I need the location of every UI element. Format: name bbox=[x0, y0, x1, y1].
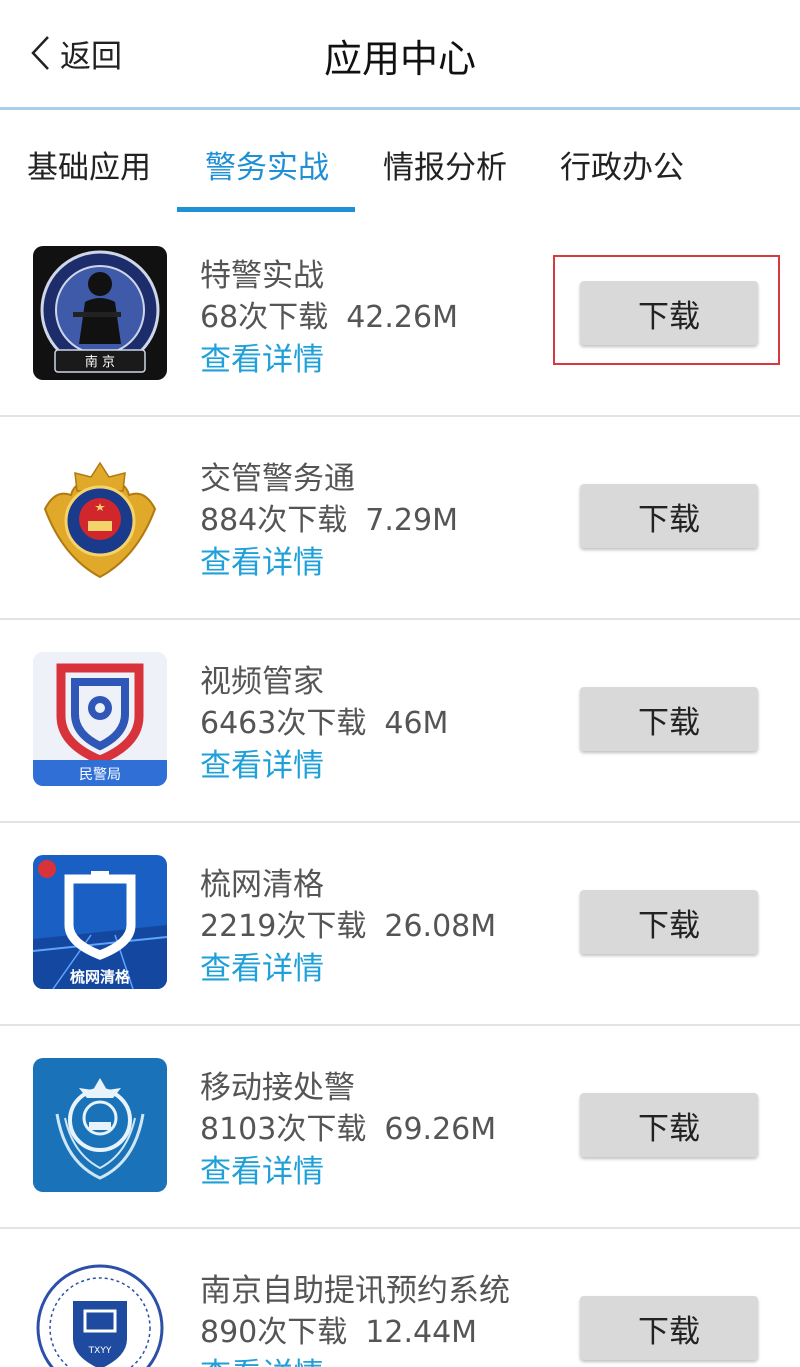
download-button[interactable]: 下载 bbox=[580, 484, 758, 548]
app-name: 特警实战 bbox=[200, 258, 324, 294]
video-shield-icon[interactable]: 民警局 bbox=[33, 652, 167, 786]
tab-admin-office[interactable]: 行政办公 bbox=[560, 142, 684, 187]
app-name: 视频管家 bbox=[200, 664, 324, 700]
svg-text:TXYY: TXYY bbox=[88, 1346, 112, 1356]
app-row: TXYY 南京自助提讯预约系统 890次下载 12.44M 查看详情 下载 bbox=[0, 1229, 800, 1367]
app-meta: 68次下载 42.26M bbox=[200, 292, 458, 336]
app-name: 梳网清格 bbox=[200, 867, 324, 903]
national-emblem-icon[interactable] bbox=[33, 1058, 167, 1192]
download-button[interactable]: 下载 bbox=[580, 1296, 758, 1360]
swat-badge-icon[interactable]: 南 京 bbox=[33, 246, 167, 380]
view-details-link[interactable]: 查看详情 bbox=[200, 943, 324, 988]
tab-basic-apps[interactable]: 基础应用 bbox=[27, 142, 151, 187]
police-emblem-icon[interactable] bbox=[33, 449, 167, 583]
app-row: 交管警务通 884次下载 7.29M 查看详情 下载 bbox=[0, 417, 800, 620]
app-size: 26.08M bbox=[384, 909, 497, 944]
app-name: 交管警务通 bbox=[200, 461, 355, 497]
app-size: 7.29M bbox=[365, 503, 458, 538]
tab-intel-analysis[interactable]: 情报分析 bbox=[383, 142, 507, 187]
app-row: 移动接处警 8103次下载 69.26M 查看详情 下载 bbox=[0, 1026, 800, 1229]
app-row: 梳网清格 梳网清格 2219次下载 26.08M 查看详情 下载 bbox=[0, 823, 800, 1026]
download-count: 6463次下载 bbox=[200, 706, 367, 741]
app-header: 返回 应用中心 bbox=[0, 0, 800, 110]
app-size: 46M bbox=[384, 706, 449, 741]
round-seal-icon[interactable]: TXYY bbox=[33, 1261, 167, 1367]
view-details-link[interactable]: 查看详情 bbox=[200, 334, 324, 379]
app-meta: 8103次下载 69.26M bbox=[200, 1104, 496, 1148]
view-details-link[interactable]: 查看详情 bbox=[200, 1349, 324, 1367]
download-count: 890次下载 bbox=[200, 1315, 348, 1350]
tab-police-ops[interactable]: 警务实战 bbox=[205, 142, 329, 187]
svg-text:民警局: 民警局 bbox=[79, 767, 121, 783]
svg-text:梳网清格: 梳网清格 bbox=[70, 968, 131, 986]
download-count: 8103次下载 bbox=[200, 1112, 367, 1147]
svg-text:南 京: 南 京 bbox=[85, 354, 115, 370]
view-details-link[interactable]: 查看详情 bbox=[200, 1146, 324, 1191]
app-name: 南京自助提讯预约系统 bbox=[200, 1273, 510, 1309]
active-tab-indicator bbox=[177, 207, 355, 212]
grid-shield-icon[interactable]: 梳网清格 bbox=[33, 855, 167, 989]
app-meta: 2219次下载 26.08M bbox=[200, 901, 496, 945]
app-size: 12.44M bbox=[365, 1315, 478, 1350]
app-name: 移动接处警 bbox=[200, 1070, 355, 1106]
app-meta: 890次下载 12.44M bbox=[200, 1307, 477, 1351]
download-button[interactable]: 下载 bbox=[580, 1093, 758, 1157]
download-count: 884次下载 bbox=[200, 503, 348, 538]
page-title: 应用中心 bbox=[323, 37, 476, 81]
download-button[interactable]: 下载 bbox=[580, 281, 758, 345]
view-details-link[interactable]: 查看详情 bbox=[200, 537, 324, 582]
app-size: 69.26M bbox=[384, 1112, 497, 1147]
view-details-link[interactable]: 查看详情 bbox=[200, 740, 324, 785]
download-count: 2219次下载 bbox=[200, 909, 367, 944]
app-list: 南 京 特警实战 68次下载 42.26M 查看详情 下载 交管警务通 884次下… bbox=[0, 214, 800, 1367]
category-tabs: 基础应用 警务实战 情报分析 行政办公 bbox=[0, 110, 800, 214]
app-meta: 6463次下载 46M bbox=[200, 698, 448, 742]
download-count: 68次下载 bbox=[200, 300, 329, 335]
download-button[interactable]: 下载 bbox=[580, 890, 758, 954]
app-row: 民警局 视频管家 6463次下载 46M 查看详情 下载 bbox=[0, 620, 800, 823]
app-size: 42.26M bbox=[346, 300, 458, 335]
app-meta: 884次下载 7.29M bbox=[200, 495, 458, 539]
download-button[interactable]: 下载 bbox=[580, 687, 758, 751]
app-row: 南 京 特警实战 68次下载 42.26M 查看详情 下载 bbox=[0, 214, 800, 417]
